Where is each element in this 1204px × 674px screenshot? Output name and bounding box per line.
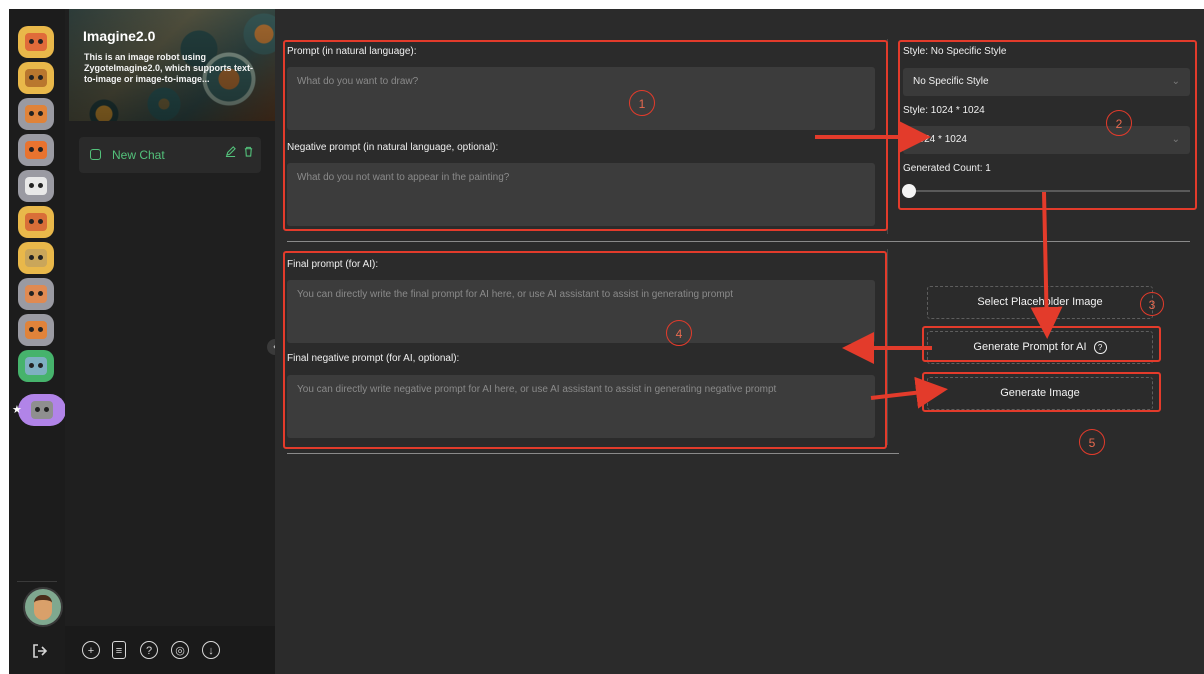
download-icon[interactable]: ↓ bbox=[202, 641, 220, 659]
bot-rail: ★ bbox=[9, 9, 66, 674]
chat-item-label: New Chat bbox=[112, 148, 165, 162]
bot-avatar[interactable] bbox=[18, 134, 54, 166]
chat-bubble-icon bbox=[90, 149, 101, 160]
bot-avatar[interactable] bbox=[18, 206, 54, 238]
annotation-box-1 bbox=[283, 40, 888, 231]
bot-avatar[interactable] bbox=[18, 314, 54, 346]
user-avatar[interactable] bbox=[23, 587, 63, 627]
bot-description: This is an image robot using ZygoteImagi… bbox=[84, 52, 254, 84]
bot-avatar[interactable] bbox=[18, 278, 54, 310]
help-icon[interactable]: ? bbox=[140, 641, 158, 659]
top-divider bbox=[287, 241, 1190, 242]
annotation-number-2: 2 bbox=[1106, 110, 1132, 136]
select-placeholder-image-button[interactable]: Select Placeholder Image bbox=[927, 286, 1153, 319]
bot-title: Imagine2.0 bbox=[83, 28, 156, 44]
add-icon[interactable]: + bbox=[82, 641, 100, 659]
bot-avatar[interactable] bbox=[18, 98, 54, 130]
rail-divider bbox=[17, 581, 57, 582]
annotation-box-3 bbox=[922, 326, 1161, 362]
edit-icon[interactable] bbox=[225, 146, 236, 160]
bot-avatar-active[interactable] bbox=[18, 394, 66, 426]
bot-avatar[interactable] bbox=[18, 242, 54, 274]
chat-panel: Imagine2.0 This is an image robot using … bbox=[65, 9, 275, 674]
logout-icon[interactable] bbox=[29, 643, 51, 665]
annotation-box-2 bbox=[898, 40, 1197, 210]
annotation-box-4 bbox=[283, 251, 887, 449]
app-window: ★ Imagine2.0 This is an image robot usin… bbox=[9, 9, 1204, 674]
active-star-icon: ★ bbox=[12, 404, 22, 416]
annotation-box-5 bbox=[922, 372, 1161, 412]
annotation-number-3: 3 bbox=[1140, 292, 1164, 316]
main-area: Prompt (in natural language): What do yo… bbox=[275, 9, 1204, 674]
annotation-number-4: 4 bbox=[666, 320, 692, 346]
bot-avatar[interactable] bbox=[18, 350, 54, 382]
camera-icon[interactable]: ◎ bbox=[171, 641, 189, 659]
bot-avatar[interactable] bbox=[18, 170, 54, 202]
chat-item-new-chat[interactable]: New Chat bbox=[79, 137, 261, 173]
bot-avatar[interactable] bbox=[18, 62, 54, 94]
bot-avatar[interactable] bbox=[18, 26, 54, 58]
section-divider bbox=[887, 249, 888, 445]
document-icon[interactable]: ≡ bbox=[112, 641, 126, 659]
annotation-number-5: 5 bbox=[1079, 429, 1105, 455]
annotation-number-1: 1 bbox=[629, 90, 655, 116]
bottom-toolbar: + ≡ ? ◎ ↓ bbox=[65, 626, 275, 674]
delete-icon[interactable] bbox=[243, 146, 254, 160]
bottom-divider bbox=[287, 453, 899, 454]
bot-banner: Imagine2.0 This is an image robot using … bbox=[69, 9, 275, 121]
